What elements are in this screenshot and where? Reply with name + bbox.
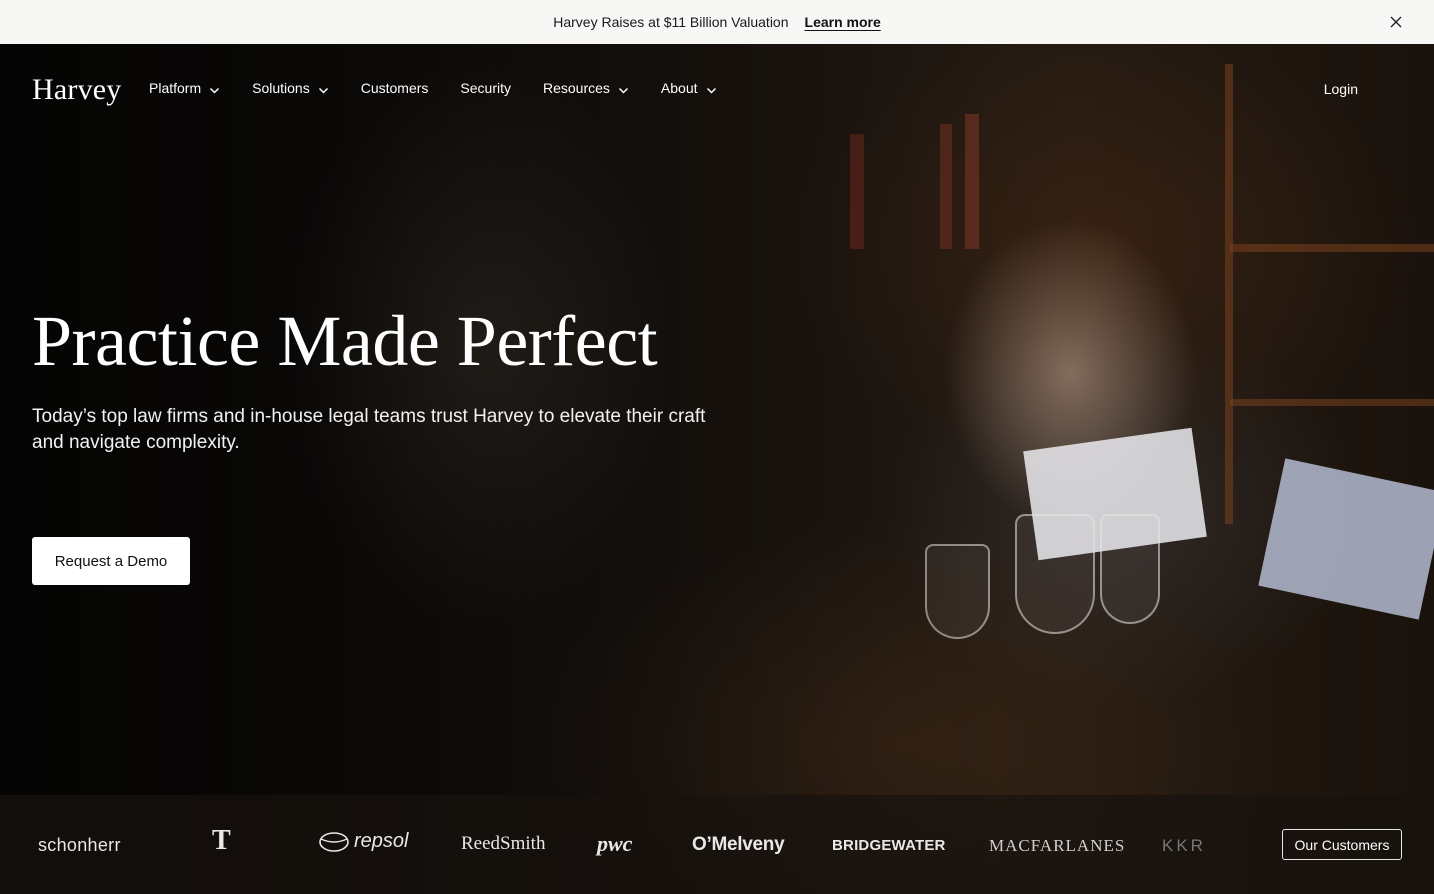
nav-item-label: Resources bbox=[542, 80, 610, 96]
omelveny-logo: O’Melveny bbox=[692, 834, 785, 855]
announcement-bar: Harvey Raises at $11 Billion Valuation L… bbox=[0, 0, 1434, 44]
nav-item-security[interactable]: Security bbox=[460, 80, 511, 96]
nav-item-label: Security bbox=[460, 80, 511, 96]
bookshelf-shelf bbox=[1230, 244, 1434, 252]
water-glass bbox=[925, 544, 990, 639]
nav-item-resources[interactable]: Resources bbox=[543, 80, 629, 96]
schonherr-logo: schonherr bbox=[38, 835, 121, 855]
customer-logo-strip: schonherr T repsol ReedSmith pwc O’Melve… bbox=[0, 795, 1434, 894]
our-customers-button[interactable]: Our Customers bbox=[1282, 829, 1402, 860]
hero-background bbox=[0, 44, 1434, 894]
repsol-wordmark: repsol bbox=[354, 830, 409, 852]
main-menu: Platform Solutions Customers Security Re… bbox=[149, 80, 749, 96]
request-demo-button[interactable]: Request a Demo bbox=[32, 537, 190, 585]
book bbox=[940, 124, 952, 249]
nav-item-solutions[interactable]: Solutions bbox=[252, 80, 329, 96]
learn-more-link[interactable]: Learn more bbox=[805, 14, 881, 30]
announcement-message: Harvey Raises at $11 Billion Valuation bbox=[553, 14, 789, 30]
login-link[interactable]: Login bbox=[1324, 81, 1358, 97]
nav-item-label: Platform bbox=[149, 80, 202, 96]
harvey-logo[interactable]: Harvey bbox=[32, 73, 122, 107]
water-glass bbox=[1015, 514, 1095, 634]
chevron-down-icon bbox=[706, 83, 717, 94]
nav-item-label: Customers bbox=[360, 80, 429, 96]
repsol-mark-icon bbox=[319, 831, 349, 852]
close-icon[interactable] bbox=[1386, 12, 1406, 32]
chevron-down-icon bbox=[618, 83, 629, 94]
chevron-down-icon bbox=[209, 83, 220, 94]
top-navigation: Harvey Platform Solutions Customers Secu… bbox=[0, 44, 1434, 134]
nav-item-customers[interactable]: Customers bbox=[361, 80, 429, 96]
nav-item-label: Solutions bbox=[252, 80, 310, 96]
hero-headline: Practice Made Perfect bbox=[32, 301, 658, 381]
hero-subheadline: Today’s top law firms and in-house legal… bbox=[32, 406, 706, 453]
water-glass bbox=[1100, 514, 1160, 624]
bookshelf-shelf bbox=[1230, 399, 1434, 406]
telekom-logo: T bbox=[212, 825, 231, 856]
repsol-logo: repsol bbox=[318, 830, 408, 853]
nav-item-platform[interactable]: Platform bbox=[149, 80, 220, 96]
nav-item-label: About bbox=[660, 80, 698, 96]
kkr-logo: KKR bbox=[1162, 836, 1206, 855]
reedsmith-logo: ReedSmith bbox=[461, 833, 546, 854]
macfarlanes-logo: MACFARLANES bbox=[989, 836, 1126, 855]
nav-item-about[interactable]: About bbox=[661, 80, 717, 96]
book bbox=[850, 134, 864, 249]
pwc-logo: pwc bbox=[597, 831, 633, 856]
bridgewater-logo: BRIDGEWATER bbox=[832, 837, 946, 854]
document-paper bbox=[1258, 458, 1434, 620]
chevron-down-icon bbox=[318, 83, 329, 94]
book bbox=[965, 114, 979, 249]
